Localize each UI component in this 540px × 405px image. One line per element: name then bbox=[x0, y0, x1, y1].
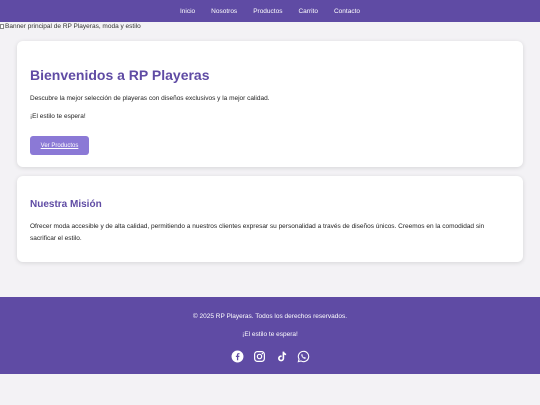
mission-card: Nuestra Misión Ofrecer moda accesible y … bbox=[17, 176, 523, 262]
welcome-description: Descubre la mejor selección de playeras … bbox=[30, 95, 270, 102]
view-products-button[interactable]: Ver Productos bbox=[30, 136, 89, 155]
whatsapp-icon[interactable] bbox=[297, 350, 310, 363]
welcome-title: Bienvenidos a RP Playeras bbox=[30, 67, 210, 83]
site-footer: © 2025 RP Playeras. Todos los derechos r… bbox=[0, 297, 540, 374]
nav-link-productos[interactable]: Productos bbox=[245, 8, 290, 15]
instagram-icon[interactable] bbox=[253, 350, 266, 363]
social-links bbox=[0, 350, 540, 363]
footer-copyright: © 2025 RP Playeras. Todos los derechos r… bbox=[192, 313, 348, 320]
nav-link-inicio[interactable]: Inicio bbox=[172, 8, 203, 15]
mission-title: Nuestra Misión bbox=[30, 199, 102, 210]
tiktok-icon[interactable] bbox=[275, 350, 288, 363]
banner-image: Banner principal de RP Playeras, moda y … bbox=[0, 23, 141, 30]
banner-alt-text: Banner principal de RP Playeras, moda y … bbox=[5, 23, 141, 30]
broken-image-icon bbox=[0, 24, 4, 29]
nav-link-contacto[interactable]: Contacto bbox=[326, 8, 368, 15]
nav-link-nosotros[interactable]: Nosotros bbox=[203, 8, 245, 15]
nav-link-carrito[interactable]: Carrito bbox=[290, 8, 326, 15]
facebook-icon[interactable] bbox=[231, 350, 244, 363]
footer-tagline: ¡El estilo te espera! bbox=[242, 331, 298, 338]
welcome-card: Bienvenidos a RP Playeras Descubre la me… bbox=[17, 41, 523, 167]
mission-text: Ofrecer moda accesible y de alta calidad… bbox=[30, 223, 485, 242]
welcome-tagline: ¡El estilo te espera! bbox=[30, 113, 86, 120]
main-navbar: Inicio Nosotros Productos Carrito Contac… bbox=[0, 0, 540, 22]
